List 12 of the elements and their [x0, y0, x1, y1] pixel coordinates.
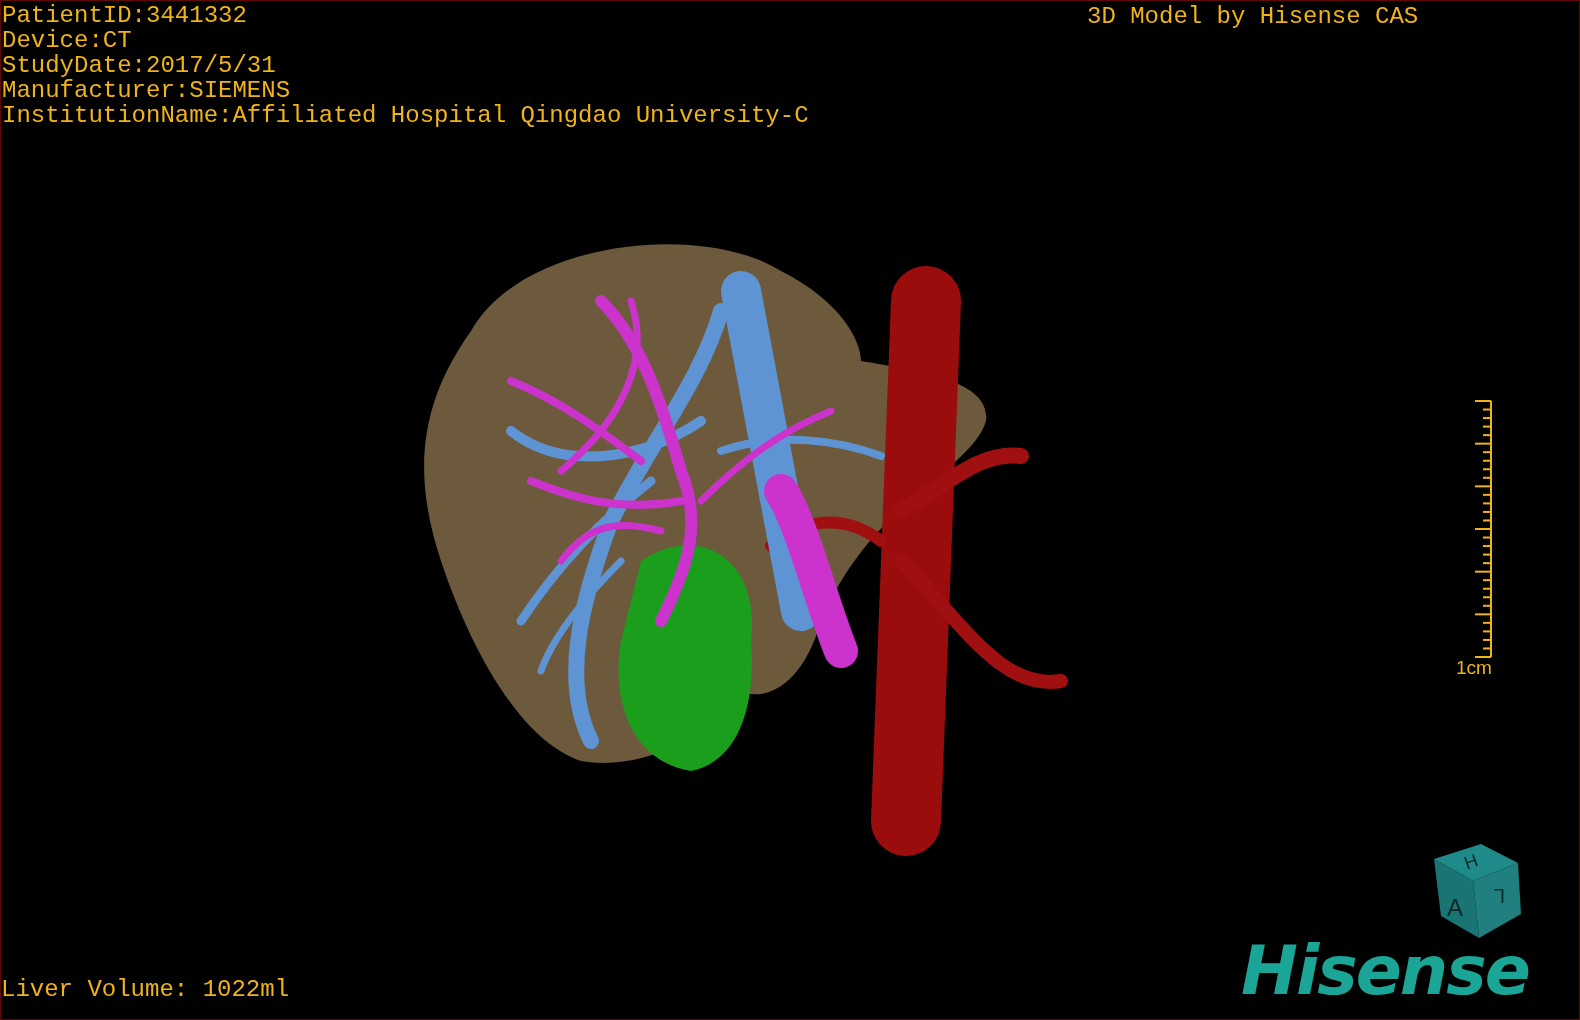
patient-info-line: StudyDate:2017/5/31 — [2, 53, 276, 78]
viewer-title: 3D Model by Hisense CAS — [1087, 4, 1419, 29]
patient-info-line: Manufacturer:SIEMENS — [2, 78, 291, 103]
cube-face-label: H — [1461, 850, 1481, 874]
liver-volume-text: Liver Volume: 1022ml — [1, 977, 290, 1002]
cube-face-label: L — [1493, 885, 1505, 907]
scale-bar-label: 1cm — [1456, 657, 1492, 679]
patient-info-line: Device:CT — [2, 28, 132, 53]
patient-info-line: PatientID:3441332 — [2, 3, 247, 28]
cube-face-label: A — [1447, 894, 1463, 921]
patient-info-line: InstitutionName:Affiliated Hospital Qingdao University-C — [2, 103, 809, 128]
logo-text: Hisense — [1241, 931, 1529, 1011]
